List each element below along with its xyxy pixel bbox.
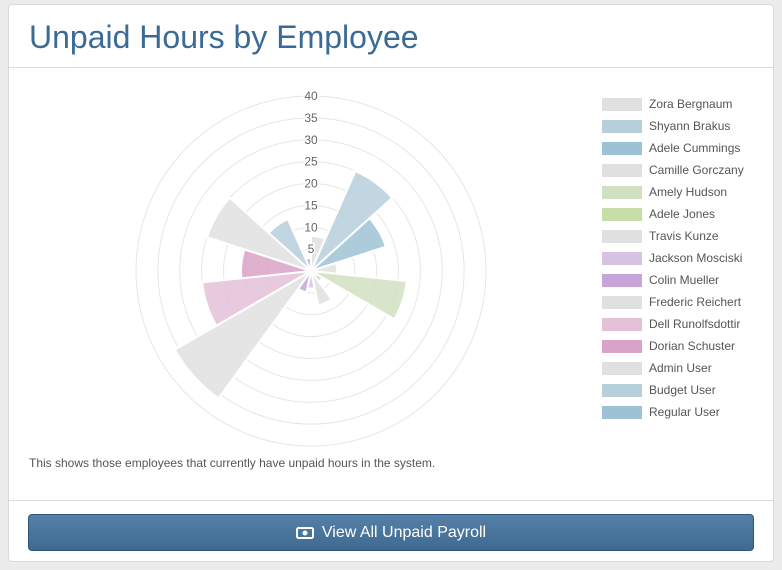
radial-tick-label: 5 <box>308 242 315 256</box>
legend-item[interactable]: Regular User <box>602 401 744 423</box>
legend-label: Shyann Brakus <box>649 119 731 133</box>
legend-swatch <box>602 141 642 155</box>
legend-swatch <box>602 361 642 375</box>
legend-item[interactable]: Budget User <box>602 379 744 401</box>
legend-swatch <box>602 97 642 111</box>
legend-item[interactable]: Adele Jones <box>602 203 744 225</box>
radial-tick-label: 35 <box>304 111 318 125</box>
legend-swatch <box>602 317 642 331</box>
unpaid-hours-card: Unpaid Hours by Employee 5 10 15 20 25 30 35 40… <box>8 4 774 562</box>
legend-item[interactable]: Frederic Reichert <box>602 291 744 313</box>
radial-tick-label: 20 <box>304 177 318 191</box>
legend-label: Admin User <box>649 361 712 375</box>
chart-description: This shows those employees that currentl… <box>29 456 436 470</box>
radial-tick-label: 25 <box>304 155 318 169</box>
legend-label: Adele Jones <box>649 207 716 221</box>
legend-swatch <box>602 229 642 243</box>
legend-label: Adele Cummings <box>649 141 741 155</box>
legend-item[interactable]: Admin User <box>602 357 744 379</box>
legend-item[interactable]: Zora Bergnaum <box>602 93 744 115</box>
legend-swatch <box>602 273 642 287</box>
legend-swatch <box>602 207 642 221</box>
legend-item[interactable]: Travis Kunze <box>602 225 744 247</box>
view-all-unpaid-payroll-label: View All Unpaid Payroll <box>321 523 487 541</box>
legend-swatch <box>602 185 642 199</box>
legend-item[interactable]: Dorian Schuster <box>602 335 744 357</box>
money-icon <box>295 526 314 539</box>
legend-item[interactable]: Amely Hudson <box>602 181 744 203</box>
legend-item[interactable]: Colin Mueller <box>602 269 744 291</box>
legend-swatch <box>602 383 642 397</box>
radial-tick-label: 40 <box>304 89 318 103</box>
legend-label: Jackson Mosciski <box>649 251 743 265</box>
legend-label: Zora Bergnaum <box>649 97 733 111</box>
legend-label: Camille Gorczany <box>649 163 744 177</box>
view-all-unpaid-payroll-button[interactable]: View All Unpaid Payroll <box>28 514 754 551</box>
legend-item[interactable]: Dell Runolfsdottir <box>602 313 744 335</box>
legend-label: Colin Mueller <box>649 273 720 287</box>
legend-label: Travis Kunze <box>649 229 719 243</box>
legend-item[interactable]: Jackson Mosciski <box>602 247 744 269</box>
legend-swatch <box>602 405 642 419</box>
radial-tick-label: 30 <box>304 133 318 147</box>
legend-label: Budget User <box>649 383 716 397</box>
legend-label: Frederic Reichert <box>649 295 742 309</box>
legend-swatch <box>602 119 642 133</box>
radial-tick-label: 10 <box>304 220 318 234</box>
radial-tick-label: 15 <box>304 198 318 212</box>
legend-swatch <box>602 339 642 353</box>
legend-label: Dell Runolfsdottir <box>649 317 741 331</box>
chart-legend: Zora Bergnaum Shyann Brakus Adele Cummings… <box>602 93 744 423</box>
legend-item[interactable]: Adele Cummings <box>602 137 744 159</box>
legend-label: Dorian Schuster <box>649 339 736 353</box>
legend-swatch <box>602 251 642 265</box>
card-footer: View All Unpaid Payroll <box>9 500 773 561</box>
legend-label: Regular User <box>649 405 720 419</box>
legend-item[interactable]: Camille Gorczany <box>602 159 744 181</box>
legend-swatch <box>602 163 642 177</box>
legend-item[interactable]: Shyann Brakus <box>602 115 744 137</box>
legend-label: Amely Hudson <box>649 185 728 199</box>
legend-swatch <box>602 295 642 309</box>
